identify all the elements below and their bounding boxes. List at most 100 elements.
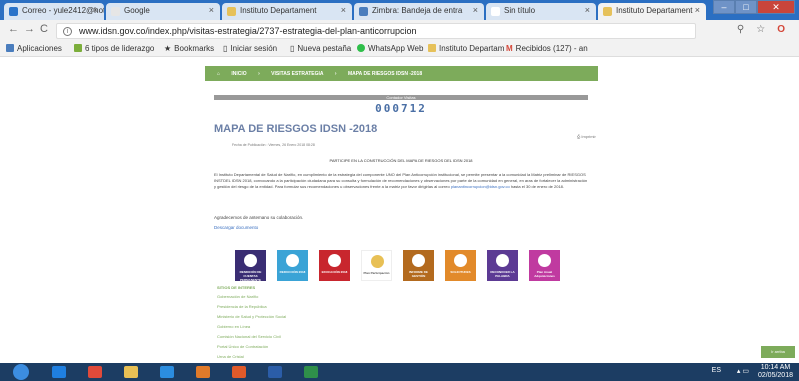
- tab-instituto-1[interactable]: Instituto Departament ×: [222, 3, 352, 20]
- start-button[interactable]: [10, 363, 32, 381]
- close-icon[interactable]: ×: [341, 5, 346, 15]
- visit-counter-value: 000712: [375, 102, 427, 115]
- ie-blue-icon: [160, 366, 174, 378]
- article-heading: PARTICIPE EN LA CONSTRUCCIÓN DEL MAPA DE…: [329, 158, 473, 163]
- close-icon[interactable]: ×: [585, 5, 590, 15]
- badge-rendicion[interactable]: RENDICIÓN DE CUENTAS PERMANENTE: [235, 250, 266, 282]
- home-icon[interactable]: ⌂: [217, 71, 220, 77]
- bookmark-whatsapp[interactable]: WhatsApp Web: [357, 44, 423, 53]
- page-icon: ▯: [223, 44, 228, 53]
- go-top-button[interactable]: Ir arriba: [761, 346, 795, 358]
- minimize-button[interactable]: –: [713, 0, 735, 14]
- close-icon[interactable]: ×: [473, 5, 478, 15]
- link-item[interactable]: Ministerio de Salud y Protección Social: [217, 314, 286, 324]
- emblem-icon: [328, 254, 341, 267]
- forward-button[interactable]: →: [24, 23, 35, 35]
- badge-reduccion[interactable]: REDUCCIÓN 2018: [277, 250, 308, 281]
- tray-icons[interactable]: ▴ ▭: [737, 367, 749, 375]
- ie-icon: [52, 366, 66, 378]
- breadcrumb-visitas[interactable]: VISITAS ESTRATEGIA: [271, 71, 323, 77]
- zoom-icon[interactable]: ⚲: [737, 24, 744, 35]
- reload-button[interactable]: C: [40, 23, 48, 35]
- badge-informe-gestion[interactable]: INFORME DE GESTIÓN: [403, 250, 434, 281]
- link-item[interactable]: Gobernación de Nariño: [217, 294, 286, 304]
- badge-plan-adquisiciones[interactable]: Plan Anual Adquisiciones: [529, 250, 560, 281]
- page-icon: [491, 7, 500, 16]
- taskbar-app[interactable]: [116, 364, 146, 380]
- taskbar-app[interactable]: [80, 364, 110, 380]
- window-close-button[interactable]: ✕: [757, 0, 795, 14]
- info-icon[interactable]: i: [63, 27, 72, 36]
- thanks-text: Agradecemos de antemano su colaboración.: [214, 215, 304, 220]
- bookmark-liderazgo[interactable]: 6 tipos de liderazgo: [74, 44, 154, 53]
- badge-reconocer[interactable]: RECONOCER LA PALABRA: [487, 250, 518, 281]
- language-indicator[interactable]: ES: [712, 367, 721, 374]
- badge-educacion[interactable]: EDUCACIÓN 2018: [319, 250, 350, 281]
- bookmark-bookmarks[interactable]: ★ Bookmarks: [164, 44, 214, 53]
- taskbar-app[interactable]: [44, 364, 74, 380]
- web-page: ⌂ INICIO › VISITAS ESTRATEGIA › MAPA DE …: [0, 57, 799, 369]
- tab-correo[interactable]: Correo - yule2412@hotm ×: [4, 3, 104, 20]
- google-icon: [111, 7, 120, 16]
- tab-zimbra[interactable]: Zimbra: Bandeja de entra ×: [354, 3, 484, 20]
- emblem-icon: [538, 254, 551, 267]
- taskbar-app[interactable]: [188, 364, 218, 380]
- publish-date: Fecha de Publicación : Viernes, 26 Enero…: [232, 143, 315, 147]
- breadcrumb-inicio[interactable]: INICIO: [231, 71, 246, 77]
- apps-grid-icon: [6, 44, 14, 52]
- bookmark-aplicaciones[interactable]: Aplicaciones: [6, 44, 62, 53]
- link-item[interactable]: Portal Único de Contratación: [217, 344, 286, 354]
- bookmark-iniciar-sesion[interactable]: ▯ Iniciar sesión: [223, 44, 277, 53]
- idsn-icon: [428, 44, 436, 52]
- excel-icon: [304, 366, 318, 378]
- bookmark-gmail[interactable]: M Recibidos (127) - an: [506, 44, 588, 53]
- breadcrumb-separator: ›: [258, 71, 260, 77]
- close-icon[interactable]: ×: [209, 5, 214, 15]
- url-input[interactable]: i www.idsn.gov.co/index.php/visitas-estr…: [56, 23, 696, 39]
- tab-sin-titulo[interactable]: Sin título ×: [486, 3, 596, 20]
- emblem-icon: [244, 254, 257, 267]
- idsn-icon: [603, 7, 612, 16]
- program-badges: RENDICIÓN DE CUENTAS PERMANENTE REDUCCIÓ…: [235, 250, 560, 282]
- taskbar-app[interactable]: [152, 364, 182, 380]
- links-heading: SITIOS DE INTERES: [217, 285, 256, 290]
- bookmarks-bar: Aplicaciones 6 tipos de liderazgo ★ Bookm…: [0, 42, 799, 57]
- taskbar-app[interactable]: [296, 364, 326, 380]
- windows-icon: [13, 364, 29, 380]
- link-item[interactable]: Comisión Nacional del Servicio Civil: [217, 334, 286, 344]
- opera-icon[interactable]: O: [777, 24, 785, 35]
- visit-counter-label: Contador Visitas: [214, 95, 588, 100]
- link-item[interactable]: Gobierno en Línea: [217, 324, 286, 334]
- browser-tab-strip: Correo - yule2412@hotm × Google × Instit…: [0, 0, 799, 20]
- emblem-icon: [371, 255, 384, 268]
- emblem-icon: [286, 254, 299, 267]
- address-bar: ← → C i www.idsn.gov.co/index.php/visita…: [0, 20, 799, 42]
- maximize-button[interactable]: □: [735, 0, 757, 14]
- tab-google[interactable]: Google ×: [106, 3, 220, 20]
- star-icon: ★: [164, 44, 172, 53]
- badge-solicitudes[interactable]: SOLICITUDES: [445, 250, 476, 281]
- explorer-folder-icon: [124, 366, 138, 378]
- close-icon[interactable]: ×: [695, 5, 700, 15]
- close-icon[interactable]: ×: [93, 5, 98, 15]
- bookmark-instituto[interactable]: Instituto Departam: [428, 44, 504, 53]
- idsn-icon: [227, 7, 236, 16]
- link-item[interactable]: Presidencia de la República: [217, 304, 286, 314]
- bookmark-star-icon[interactable]: ☆: [756, 24, 765, 35]
- print-link[interactable]: ⎙ Imprimir: [577, 134, 596, 139]
- media-player-icon: [196, 366, 210, 378]
- interest-links: Gobernación de Nariño Presidencia de la …: [217, 294, 286, 374]
- chrome-icon: [88, 366, 102, 378]
- back-button[interactable]: ←: [8, 23, 19, 35]
- download-link[interactable]: Descargar documento: [214, 225, 258, 230]
- badge-plan-participacion[interactable]: Plan Participación: [361, 250, 392, 281]
- bookmark-nueva-pestana[interactable]: ▯ Nueva pestaña: [290, 44, 351, 53]
- page-title: MAPA DE RIESGOS IDSN -2018: [214, 123, 378, 135]
- email-link[interactable]: planantincorrupcion@idsn.gov.co: [451, 184, 510, 189]
- taskbar-app[interactable]: [224, 364, 254, 380]
- whatsapp-icon: [357, 44, 365, 52]
- tab-instituto-active[interactable]: Instituto Departament ×: [598, 3, 706, 20]
- window-controls: – □ ✕: [713, 0, 795, 16]
- clock[interactable]: 10:14 AM 02/05/2018: [758, 364, 793, 380]
- taskbar-app[interactable]: [260, 364, 290, 380]
